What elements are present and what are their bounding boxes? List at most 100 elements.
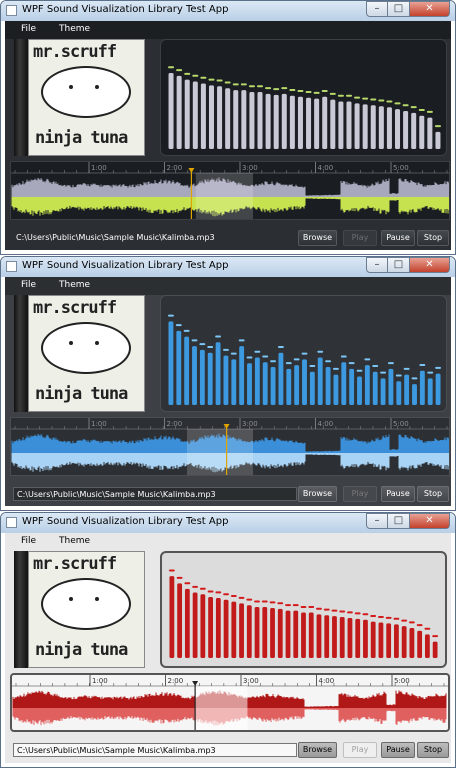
spectrum-peak [192, 74, 199, 77]
spectrum-bar [200, 594, 206, 658]
album-art: mr.scruff ninja tuna [14, 295, 145, 412]
file-path-field[interactable]: C:\Users\Public\Music\Sample Music\Kalim… [13, 231, 297, 245]
spectrum-peak [199, 587, 206, 590]
stop-button[interactable]: Stop [417, 230, 449, 246]
spectrum-peak [354, 612, 361, 615]
album-eye-left [69, 597, 73, 601]
spectrum-peak [347, 611, 353, 614]
maximize-button[interactable]: □ [388, 1, 410, 17]
file-path-field[interactable]: C:\Users\Public\Music\Sample Music\Kalim… [13, 487, 297, 501]
spectrum-bar [401, 626, 407, 658]
spectrum-bar [297, 96, 303, 149]
spectrum-bar [386, 107, 392, 149]
spectrum-bar [349, 368, 355, 405]
spectrum-peak [370, 98, 377, 101]
menu-file[interactable]: File [21, 24, 36, 34]
waveform-timeline[interactable]: 1:00 2:00 3:00 4:00 5:00 [10, 161, 450, 220]
close-button[interactable]: ✕ [410, 513, 450, 529]
menu-file[interactable]: File [21, 280, 36, 290]
play-button[interactable]: Play [343, 742, 377, 758]
spectrum-bar [294, 365, 300, 405]
spectrum-peak [199, 343, 206, 346]
spectrum-peak [337, 94, 344, 97]
browse-button[interactable]: Browse [298, 230, 337, 246]
play-button[interactable]: Play [343, 486, 377, 502]
minimize-button[interactable]: – [366, 513, 388, 529]
spectrum-peak [238, 339, 245, 342]
close-button[interactable]: ✕ [410, 257, 450, 273]
spectrum-bar [332, 616, 337, 658]
spectrum-peak [331, 609, 338, 612]
spectrum-bar [289, 95, 295, 149]
spectrum-bar [177, 583, 183, 658]
play-button[interactable]: Play [343, 230, 377, 246]
spectrum-peak [168, 66, 175, 69]
timeline-tick-label: 2:00 [167, 420, 183, 428]
spectrum-peak [329, 92, 336, 95]
spectrum-bar [192, 346, 197, 405]
spectrum-peak [345, 94, 352, 97]
spectrum-peak [362, 613, 369, 616]
spectrum-peak [191, 339, 198, 342]
playhead-marker[interactable] [223, 424, 230, 429]
timeline-tick-label: 5:00 [393, 164, 409, 172]
playhead-marker[interactable] [188, 168, 195, 173]
close-button[interactable]: ✕ [410, 1, 450, 17]
spectrum-peak [293, 358, 300, 361]
menu-theme[interactable]: Theme [59, 24, 90, 34]
spectrum-bar [435, 131, 441, 149]
browse-button[interactable]: Browse [298, 742, 337, 758]
spectrum-bar [254, 607, 260, 658]
timeline-tick-label: 2:00 [168, 677, 184, 685]
maximize-button[interactable]: □ [388, 513, 410, 529]
spectrum-peak [240, 83, 247, 86]
minimize-button[interactable]: – [366, 257, 388, 273]
waveform-timeline[interactable]: 1:00 2:00 3:00 4:00 5:00 [10, 417, 450, 476]
menu-theme[interactable]: Theme [59, 536, 90, 546]
menu-bar: File Theme [5, 21, 451, 39]
spectrum-bar [330, 99, 336, 149]
spectrum-bar [184, 336, 190, 405]
pause-button[interactable]: Pause [381, 486, 415, 502]
maximize-button[interactable]: □ [388, 257, 410, 273]
minimize-button[interactable]: – [366, 1, 388, 17]
spectrum-peak [167, 314, 174, 317]
spectrum-peak [427, 371, 434, 374]
spectrum-peak [207, 346, 214, 348]
menu-file[interactable]: File [21, 536, 36, 546]
timeline-tick-label: 1:00 [92, 677, 108, 685]
spectrum-peak [175, 324, 182, 327]
spectrum-peak [401, 619, 408, 622]
timeline-tick-label: 3:00 [243, 677, 259, 685]
file-path-field[interactable]: C:\Users\Public\Music\Sample Music\Kalim… [13, 743, 297, 757]
stop-button[interactable]: Stop [417, 742, 449, 758]
pause-button[interactable]: Pause [381, 230, 415, 246]
album-blob-character [41, 66, 131, 118]
menu-theme[interactable]: Theme [59, 280, 90, 290]
spectrum-peak [386, 100, 393, 103]
stop-button[interactable]: Stop [417, 486, 449, 502]
timeline-tick-label: 3:00 [242, 164, 258, 172]
album-cover: mr.scruff ninja tuna [28, 39, 145, 156]
spectrum-bar [231, 601, 237, 658]
spectrum-peak [257, 85, 264, 88]
spectrum-peak [277, 602, 284, 605]
selection-range[interactable] [195, 686, 248, 730]
spectrum-peak [416, 624, 423, 627]
spectrum-bar [424, 634, 430, 658]
pause-button[interactable]: Pause [381, 742, 415, 758]
spectrum-bar [281, 93, 287, 149]
selection-range[interactable] [187, 429, 253, 476]
spectrum-bar [378, 622, 384, 658]
spectrum-peak [269, 601, 276, 604]
spectrum-bar [432, 641, 438, 658]
playhead-marker[interactable] [192, 681, 199, 686]
selection-range[interactable] [195, 173, 253, 220]
browse-button[interactable]: Browse [298, 486, 337, 502]
spectrum-bar [372, 371, 378, 405]
waveform-timeline[interactable]: 1:00 2:00 3:00 4:00 5:00 [10, 673, 450, 732]
spectrum-bar [257, 92, 263, 149]
timeline-tick-label: 4:00 [318, 164, 334, 172]
spectrum-bar [184, 588, 190, 658]
spectrum-peak [393, 617, 400, 620]
